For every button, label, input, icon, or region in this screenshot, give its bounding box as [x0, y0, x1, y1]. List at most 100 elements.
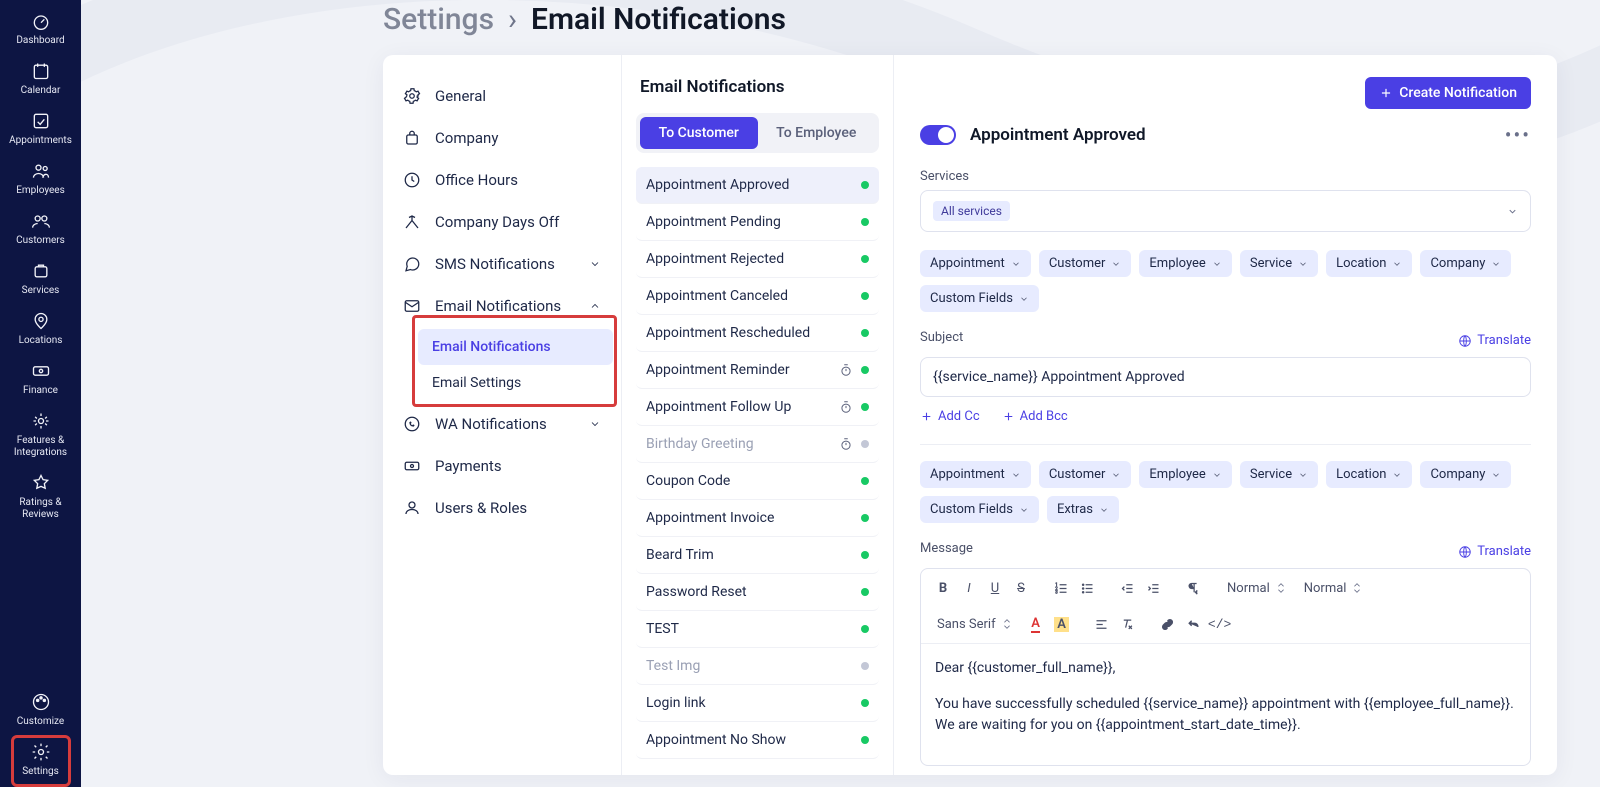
placeholder-tag[interactable]: Appointment — [920, 461, 1031, 488]
rail-customize[interactable]: Customize — [0, 685, 81, 735]
add-cc-link[interactable]: Add Cc — [920, 409, 980, 424]
status-dot — [861, 588, 869, 596]
notification-row[interactable]: Birthday Greeting — [636, 426, 879, 463]
tab-to-employee[interactable]: To Employee — [758, 117, 876, 149]
rail-locations[interactable]: Locations — [0, 304, 81, 354]
notification-row[interactable]: Beard Trim — [636, 537, 879, 574]
text-color-button[interactable]: A — [1024, 612, 1048, 636]
placeholder-tag[interactable]: Company — [1420, 250, 1511, 277]
size-select[interactable]: Normal — [1298, 581, 1369, 596]
notification-row-label: Password Reset — [646, 584, 747, 600]
placeholder-tag[interactable]: Customer — [1039, 250, 1132, 277]
sidebar-item-company[interactable]: Company — [391, 117, 613, 159]
undo-button[interactable] — [1182, 612, 1206, 636]
font-select[interactable]: Sans Serif — [931, 617, 1018, 632]
placeholder-tag[interactable]: Location — [1326, 250, 1412, 277]
rail-settings[interactable]: Settings — [11, 735, 71, 787]
notification-row[interactable]: TEST — [636, 611, 879, 648]
translate-subject-link[interactable]: Translate — [1458, 333, 1531, 348]
tab-to-customer[interactable]: To Customer — [640, 117, 758, 149]
services-select[interactable]: All services — [920, 190, 1531, 232]
indent-button[interactable] — [1141, 576, 1165, 600]
link-label: Translate — [1477, 333, 1531, 348]
notification-row[interactable]: Test Img — [636, 648, 879, 685]
sidebar-sub-email-notifications[interactable]: Email Notifications — [418, 329, 613, 365]
placeholder-tag[interactable]: Employee — [1139, 250, 1231, 277]
main-card: General Company Office Hours Company Day… — [383, 55, 1557, 775]
notification-row[interactable]: Appointment Canceled — [636, 278, 879, 315]
placeholder-tag[interactable]: Company — [1420, 461, 1511, 488]
link-button[interactable] — [1156, 612, 1180, 636]
clear-format-button[interactable] — [1116, 612, 1140, 636]
rail-ratings[interactable]: Ratings & Reviews — [0, 466, 81, 528]
bg-color-button[interactable]: A — [1050, 612, 1074, 636]
notification-row[interactable]: Appointment No Show — [636, 722, 879, 759]
rail-label: Customize — [17, 716, 64, 728]
placeholder-tag[interactable]: Customer — [1039, 461, 1132, 488]
notification-row[interactable]: Appointment Rescheduled — [636, 315, 879, 352]
globe-icon — [1458, 334, 1472, 348]
rail-features[interactable]: Features & Integrations — [0, 404, 81, 466]
heading-select[interactable]: Normal — [1221, 581, 1292, 596]
strike-button[interactable]: S — [1009, 576, 1033, 600]
rail-dashboard[interactable]: Dashboard — [0, 4, 81, 54]
sidebar-item-email[interactable]: Email Notifications — [391, 285, 613, 327]
placeholder-tag[interactable]: Extras — [1047, 496, 1119, 523]
sidebar-label: Company Days Off — [435, 213, 559, 231]
sidebar-item-payments[interactable]: Payments — [391, 445, 613, 487]
button-label: Create Notification — [1399, 85, 1517, 101]
notification-row[interactable]: Appointment Reminder — [636, 352, 879, 389]
placeholder-tag[interactable]: Custom Fields — [920, 285, 1039, 312]
direction-button[interactable] — [1181, 576, 1205, 600]
sidebar-item-days-off[interactable]: Company Days Off — [391, 201, 613, 243]
more-menu[interactable]: ••• — [1505, 123, 1531, 147]
notification-row[interactable]: Appointment Rejected — [636, 241, 879, 278]
rail-appointments[interactable]: Appointments — [0, 104, 81, 154]
sidebar-item-office-hours[interactable]: Office Hours — [391, 159, 613, 201]
notification-row[interactable]: Appointment Approved — [636, 167, 879, 204]
placeholder-tag[interactable]: Location — [1326, 461, 1412, 488]
enable-toggle[interactable] — [920, 125, 956, 145]
rail-calendar[interactable]: Calendar — [0, 54, 81, 104]
placeholder-tag[interactable]: Service — [1240, 250, 1318, 277]
status-dot — [861, 625, 869, 633]
sidebar-item-wa[interactable]: WA Notifications — [391, 403, 613, 445]
notification-row[interactable]: Appointment Pending — [636, 204, 879, 241]
bold-button[interactable]: B — [931, 576, 955, 600]
add-bcc-link[interactable]: Add Bcc — [1002, 409, 1068, 424]
breadcrumb-parent[interactable]: Settings — [383, 2, 494, 37]
sidebar-item-users-roles[interactable]: Users & Roles — [391, 487, 613, 529]
notification-row[interactable]: Login link — [636, 685, 879, 722]
align-button[interactable] — [1090, 612, 1114, 636]
chevron-down-icon — [1298, 470, 1308, 480]
updown-icon — [1352, 582, 1362, 594]
underline-button[interactable]: U — [983, 576, 1007, 600]
outdent-button[interactable] — [1115, 576, 1139, 600]
notification-row[interactable]: Coupon Code — [636, 463, 879, 500]
subject-input[interactable] — [920, 357, 1531, 397]
message-label: Message — [920, 541, 973, 556]
placeholder-tag[interactable]: Appointment — [920, 250, 1031, 277]
placeholder-tag[interactable]: Service — [1240, 461, 1318, 488]
rail-services[interactable]: Services — [0, 254, 81, 304]
rte-toolbar: B I U S 123 Normal Normal — [921, 569, 1530, 644]
rail-finance[interactable]: Finance — [0, 354, 81, 404]
notification-row-label: Appointment Canceled — [646, 288, 788, 304]
rail-employees[interactable]: Employees — [0, 154, 81, 204]
code-button[interactable]: </> — [1208, 612, 1232, 636]
notification-row[interactable]: Appointment Follow Up — [636, 389, 879, 426]
placeholder-tag[interactable]: Custom Fields — [920, 496, 1039, 523]
bullet-list-button[interactable] — [1075, 576, 1099, 600]
rail-customers[interactable]: Customers — [0, 204, 81, 254]
placeholder-tag[interactable]: Employee — [1139, 461, 1231, 488]
notification-row[interactable]: Password Reset — [636, 574, 879, 611]
notification-row[interactable]: Appointment Invoice — [636, 500, 879, 537]
italic-button[interactable]: I — [957, 576, 981, 600]
translate-message-link[interactable]: Translate — [1458, 544, 1531, 559]
create-notification-button[interactable]: Create Notification — [1365, 77, 1531, 109]
rte-body[interactable]: Dear {{customer_full_name}}, You have su… — [921, 644, 1530, 765]
sidebar-item-general[interactable]: General — [391, 75, 613, 117]
ordered-list-button[interactable]: 123 — [1049, 576, 1073, 600]
sidebar-sub-email-settings[interactable]: Email Settings — [418, 365, 613, 401]
sidebar-item-sms[interactable]: SMS Notifications — [391, 243, 613, 285]
